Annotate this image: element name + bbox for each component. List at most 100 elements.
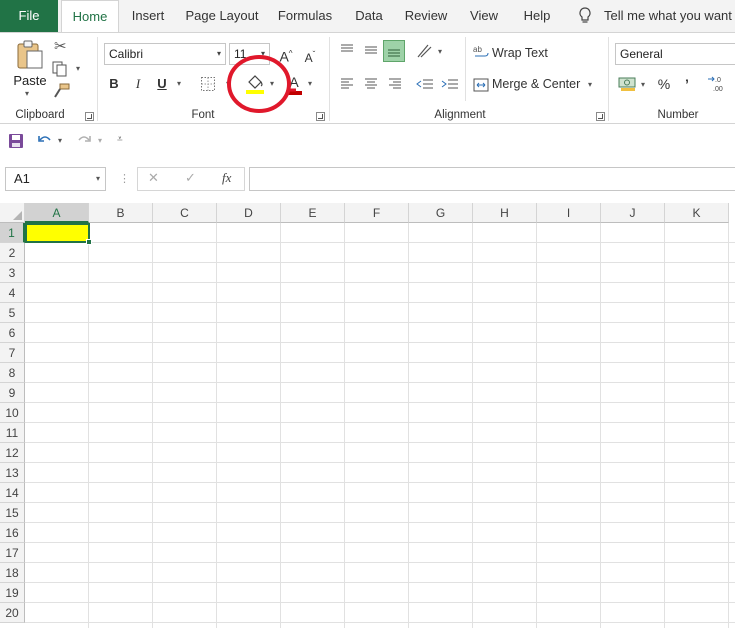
decrease-indent-icon[interactable]	[416, 77, 434, 91]
row-header-6[interactable]: 6	[0, 323, 25, 343]
merge-center-button[interactable]: Merge & Center	[492, 77, 580, 91]
column-header-d[interactable]: D	[217, 203, 281, 223]
tab-page-layout[interactable]: Page Layout	[180, 0, 264, 32]
cancel-entry-button[interactable]: ✕	[148, 170, 159, 186]
row-header-11[interactable]: 11	[0, 423, 25, 443]
font-launcher-icon[interactable]	[316, 112, 325, 121]
tab-review[interactable]: Review	[399, 0, 453, 32]
cut-icon[interactable]: ✂	[54, 37, 67, 55]
row-header-10[interactable]: 10	[0, 403, 25, 423]
tab-file[interactable]: File	[0, 0, 58, 32]
comma-style-button[interactable]: ’	[680, 73, 694, 95]
undo-icon[interactable]	[36, 132, 54, 150]
formula-bar-grip-icon[interactable]: ⋮	[119, 172, 130, 185]
percent-button[interactable]: %	[656, 73, 672, 95]
paste-button[interactable]: Paste	[10, 73, 50, 88]
copy-icon[interactable]	[52, 61, 68, 77]
increase-indent-icon[interactable]	[441, 77, 459, 91]
selected-cell-a1[interactable]	[25, 223, 90, 243]
orientation-icon[interactable]	[416, 43, 434, 59]
column-header-a[interactable]: A	[25, 203, 89, 223]
row-header-4[interactable]: 4	[0, 283, 25, 303]
row-header-5[interactable]: 5	[0, 303, 25, 323]
confirm-entry-button[interactable]: ✓	[185, 170, 196, 186]
customize-qat-icon[interactable]: ⩡	[117, 134, 123, 145]
font-name-combo[interactable]: Calibri ▾	[104, 43, 226, 65]
align-center-icon[interactable]	[364, 77, 378, 91]
fill-handle[interactable]	[86, 239, 92, 245]
row-header-18[interactable]: 18	[0, 563, 25, 583]
increase-decimal-icon[interactable]: .0 .00	[707, 74, 729, 94]
row-header-15[interactable]: 15	[0, 503, 25, 523]
row-header-2[interactable]: 2	[0, 243, 25, 263]
align-middle-icon[interactable]	[364, 43, 378, 57]
currency-format-icon[interactable]	[618, 76, 638, 92]
wrap-text-button[interactable]: Wrap Text	[492, 46, 548, 60]
tab-help[interactable]: Help	[516, 0, 558, 32]
bold-button[interactable]: B	[106, 73, 122, 95]
row-gridline	[25, 482, 735, 483]
borders-icon[interactable]	[200, 76, 216, 92]
redo-icon[interactable]	[75, 132, 93, 150]
chevron-down-icon[interactable]: ▾	[308, 79, 312, 88]
name-box[interactable]: A1 ▾	[5, 167, 106, 191]
underline-button[interactable]: U	[154, 73, 170, 95]
chevron-down-icon[interactable]: ▾	[177, 79, 181, 88]
alignment-launcher-icon[interactable]	[596, 112, 605, 121]
row-header-3[interactable]: 3	[0, 263, 25, 283]
row-header-14[interactable]: 14	[0, 483, 25, 503]
tell-me-search[interactable]: Tell me what you want to	[604, 0, 735, 32]
chevron-down-icon[interactable]: ▾	[98, 136, 102, 145]
row-header-8[interactable]: 8	[0, 363, 25, 383]
row-header-20[interactable]: 20	[0, 603, 25, 623]
clipboard-launcher-icon[interactable]	[85, 112, 94, 121]
chevron-down-icon[interactable]: ▾	[438, 47, 442, 56]
row-header-19[interactable]: 19	[0, 583, 25, 603]
row-header-7[interactable]: 7	[0, 343, 25, 363]
lightbulb-icon[interactable]	[578, 7, 592, 25]
wrap-text-icon[interactable]: ab	[473, 44, 489, 60]
chevron-down-icon[interactable]: ▾	[25, 89, 29, 98]
tab-home[interactable]: Home	[61, 0, 119, 33]
column-header-k[interactable]: K	[665, 203, 729, 223]
italic-button[interactable]: I	[130, 73, 146, 95]
format-painter-icon[interactable]	[52, 83, 70, 99]
column-header-e[interactable]: E	[281, 203, 345, 223]
row-header-9[interactable]: 9	[0, 383, 25, 403]
select-all-button[interactable]	[0, 203, 25, 223]
column-header-j[interactable]: J	[601, 203, 665, 223]
insert-function-button[interactable]: fx	[222, 170, 231, 186]
column-header-b[interactable]: B	[89, 203, 153, 223]
tab-view[interactable]: View	[462, 0, 506, 32]
merge-center-icon[interactable]	[473, 77, 489, 93]
shrink-font-label: A	[304, 51, 313, 65]
row-header-12[interactable]: 12	[0, 443, 25, 463]
align-bottom-button[interactable]	[383, 40, 405, 62]
column-header-i[interactable]: I	[537, 203, 601, 223]
row-gridline	[25, 442, 735, 443]
column-header-f[interactable]: F	[345, 203, 409, 223]
column-header-g[interactable]: G	[409, 203, 473, 223]
align-top-icon[interactable]	[340, 43, 354, 57]
chevron-down-icon[interactable]: ▾	[76, 64, 80, 73]
column-header-h[interactable]: H	[473, 203, 537, 223]
row-header-13[interactable]: 13	[0, 463, 25, 483]
chevron-down-icon[interactable]: ▾	[641, 80, 645, 89]
chevron-down-icon[interactable]: ▾	[58, 136, 62, 145]
chevron-down-icon[interactable]: ▾	[588, 80, 592, 89]
paste-icon[interactable]	[14, 39, 46, 71]
shrink-font-button[interactable]: Aˇ	[302, 44, 318, 66]
tab-formulas[interactable]: Formulas	[272, 0, 338, 32]
tab-insert[interactable]: Insert	[123, 0, 173, 32]
save-icon[interactable]	[8, 133, 24, 149]
align-left-icon[interactable]	[340, 77, 354, 91]
row-header-16[interactable]: 16	[0, 523, 25, 543]
formula-input[interactable]	[249, 167, 735, 191]
column-header-c[interactable]: C	[153, 203, 217, 223]
worksheet-grid[interactable]: ABCDEFGHIJK 1 2 3 4 5 6 7 8 9 10 11 12 13 14 15 16 17 18 1…	[0, 203, 735, 628]
row-header-1[interactable]: 1	[0, 223, 25, 243]
number-format-combo[interactable]: General	[615, 43, 735, 65]
align-right-icon[interactable]	[388, 77, 402, 91]
tab-data[interactable]: Data	[347, 0, 391, 32]
row-header-17[interactable]: 17	[0, 543, 25, 563]
